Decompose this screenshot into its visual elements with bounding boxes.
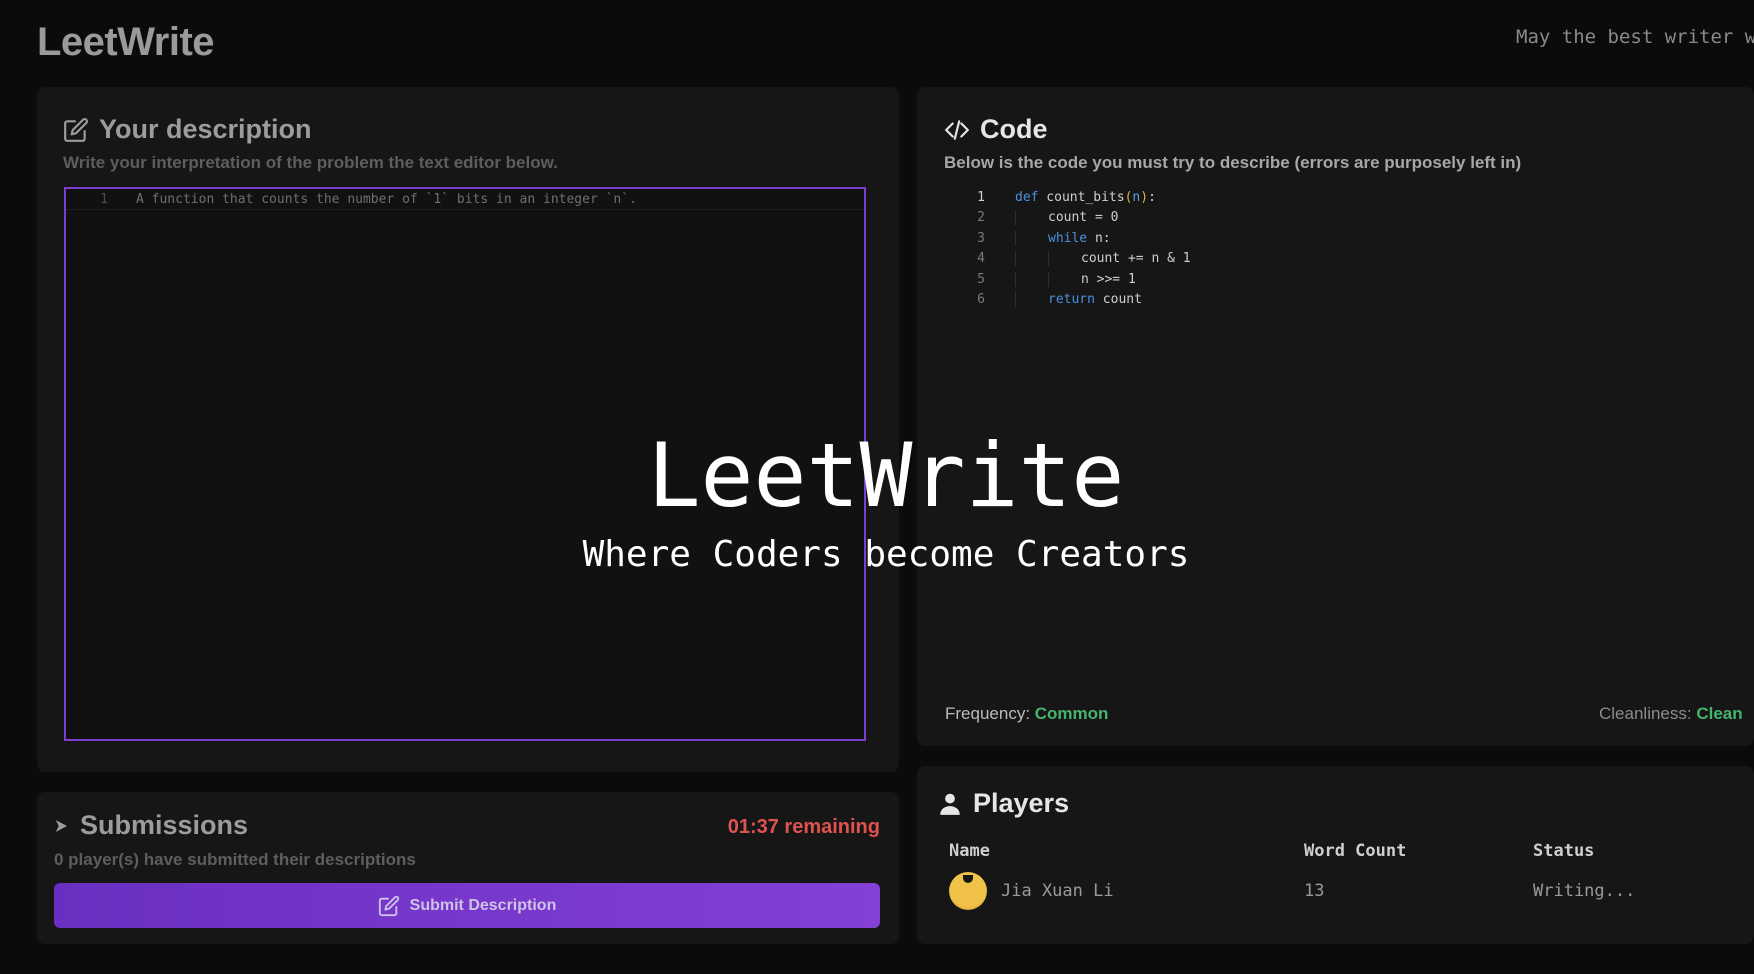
code-panel: Code Below is the code you must try to d… (917, 87, 1754, 746)
code-line-text: count += n & 1 (1015, 251, 1191, 267)
code-title-row: Code (944, 114, 1048, 145)
code-line-number: 6 (977, 292, 985, 308)
player-status: Writing... (1533, 881, 1636, 901)
code-line: 1 def count_bits(n): (945, 187, 1191, 208)
table-row: Jia Xuan Li 13 Writing... (949, 866, 1729, 916)
editor-line-number: 1 (100, 191, 108, 207)
brand-logo: LeetWrite (37, 20, 215, 64)
column-header-name: Name (949, 841, 990, 861)
overlay-title: LeetWrite (647, 424, 1125, 527)
players-panel: Players Name Word Count Status Jia Xuan … (917, 766, 1754, 944)
submit-description-button[interactable]: Submit Description (54, 883, 880, 928)
editor-line[interactable]: 1 A function that counts the number of `… (66, 189, 864, 210)
code-line: 2 count = 0 (945, 208, 1191, 229)
code-title: Code (980, 114, 1048, 144)
column-header-word-count: Word Count (1304, 841, 1407, 861)
description-title-row: Your description (63, 114, 312, 145)
submissions-title-row: Submissions (52, 810, 248, 841)
code-icon (945, 119, 969, 140)
code-line-number: 4 (977, 251, 985, 267)
description-subtitle: Write your interpretation of the problem… (63, 153, 558, 172)
code-line-text: n >>= 1 (1015, 271, 1136, 287)
tagline: May the best writer wi (1516, 26, 1754, 48)
players-table: Name Word Count Status Jia Xuan Li 13 Wr… (949, 836, 1729, 916)
chevron-right-icon (55, 819, 67, 832)
submissions-subtitle: 0 player(s) have submitted their descrip… (54, 850, 416, 869)
code-line-text: count = 0 (1015, 210, 1118, 226)
edit-icon (64, 117, 88, 142)
code-line-number: 1 (977, 189, 985, 205)
players-table-header: Name Word Count Status (949, 836, 1729, 866)
cleanliness-value: Clean (1696, 704, 1743, 723)
cleanliness-indicator: Cleanliness: Clean (1599, 704, 1743, 723)
submissions-title: Submissions (80, 810, 249, 840)
column-header-status: Status (1533, 841, 1595, 861)
user-icon (940, 793, 960, 815)
code-line-number: 3 (977, 230, 985, 246)
frequency-indicator: Frequency: Common (945, 704, 1109, 723)
time-remaining: 01:37 remaining (727, 816, 880, 838)
submissions-panel: Submissions 0 player(s) have submitted t… (37, 792, 899, 944)
players-title-row: Players (937, 788, 1069, 819)
code-line-text: def count_bits(n): (1015, 189, 1156, 205)
description-title: Your description (99, 114, 312, 144)
code-line: 3 while n: (945, 228, 1191, 249)
player-name: Jia Xuan Li (1001, 881, 1114, 901)
code-line: 6 return count (945, 290, 1191, 311)
code-line-text: while n: (1015, 230, 1111, 246)
code-line-text: return count (1015, 292, 1142, 308)
player-word-count: 13 (1304, 881, 1325, 901)
code-line: 4 count += n & 1 (945, 249, 1191, 270)
player-name-cell: Jia Xuan Li (949, 872, 1304, 910)
code-line: 5 n >>= 1 (945, 269, 1191, 290)
editor-line-text[interactable]: A function that counts the number of `1`… (136, 192, 637, 207)
code-line-number: 2 (977, 210, 985, 226)
avatar (949, 872, 987, 910)
frequency-value: Common (1034, 704, 1109, 723)
submit-description-label: Submit Description (409, 896, 557, 914)
players-title: Players (973, 788, 1070, 818)
edit-icon (378, 895, 399, 916)
overlay-subtitle: Where Coders become Creators (582, 534, 1190, 575)
code-subtitle: Below is the code you must try to descri… (944, 153, 1522, 172)
code-viewer: 1 def count_bits(n): 2 count = 0 3 while… (945, 187, 1191, 310)
code-line-number: 5 (977, 271, 985, 287)
